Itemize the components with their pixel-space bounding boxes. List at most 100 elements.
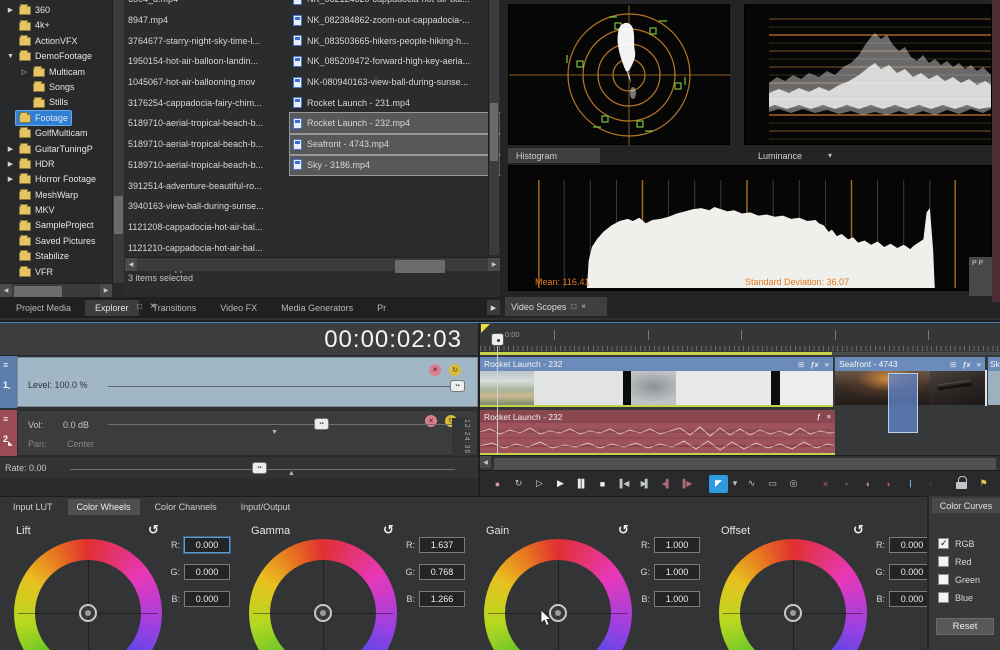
expand-arrow-icon[interactable]: ▶: [5, 3, 16, 18]
dock-tab[interactable]: Project Media: [6, 300, 81, 316]
tree-item[interactable]: GolfMulticam: [0, 126, 125, 141]
dock-tab[interactable]: Video FX: [210, 300, 267, 316]
expand-arrow-icon[interactable]: ▷: [19, 65, 30, 80]
red-value-field[interactable]: 1.637: [419, 537, 465, 553]
file-item[interactable]: NK_083503665-hikers-people-hiking-h...: [290, 30, 500, 51]
channel-checkbox[interactable]: RGB: [938, 538, 980, 549]
play-from-start-button[interactable]: ▷: [530, 475, 549, 493]
file-item[interactable]: NK_082384862-zoom-out-cappadocia-...: [290, 10, 500, 31]
play-button[interactable]: ▶: [551, 475, 570, 493]
normal-edit-tool-button[interactable]: ◤: [709, 475, 728, 493]
record-arm-button[interactable]: ●: [488, 475, 507, 493]
window-icon[interactable]: □: [571, 302, 576, 311]
tree-item[interactable]: MeshWarp: [0, 188, 125, 203]
green-value-field[interactable]: 0.768: [419, 564, 465, 580]
event-selection-overlay[interactable]: [888, 373, 918, 433]
file-item[interactable]: 3764677-starry-night-sky-time-l...: [128, 30, 288, 51]
color-tab[interactable]: Color Wheels: [68, 499, 140, 515]
expand-arrow-icon[interactable]: ▶: [5, 157, 16, 172]
level-slider-handle[interactable]: ▪▪: [450, 380, 465, 392]
video-clip-thumbnails[interactable]: [480, 371, 833, 405]
tree-item[interactable]: Stills: [0, 95, 125, 110]
rate-slider-handle[interactable]: ▪▪: [252, 462, 267, 474]
color-tab[interactable]: Input LUT: [4, 499, 62, 515]
file-item[interactable]: 1045067-hot-air-ballooning.mov: [128, 72, 288, 93]
file-item[interactable]: 1950154-hot-air-balloon-landin...: [128, 51, 288, 72]
color-wheel[interactable]: [249, 539, 397, 650]
ripple-right-button[interactable]: ◗: [879, 475, 898, 493]
wheel-reset-button[interactable]: ↺: [618, 522, 629, 538]
close-icon[interactable]: ×: [150, 301, 156, 312]
dock-tab[interactable]: Pr: [367, 300, 396, 316]
go-to-end-button[interactable]: ▶▌: [635, 475, 654, 493]
dock-tab[interactable]: Media Generators: [271, 300, 363, 316]
color-tab[interactable]: Color Channels: [146, 499, 226, 515]
file-item[interactable]: 5189710-aerial-tropical-beach-b...: [128, 113, 288, 134]
tree-item[interactable]: ActionVFX: [0, 34, 125, 49]
expand-arrow-icon[interactable]: ▼: [5, 49, 16, 64]
timeline-horizontal-scrollbar[interactable]: ◀: [480, 455, 1000, 468]
tree-item[interactable]: ▷ Multicam: [0, 65, 125, 80]
previous-frame-button[interactable]: ◀▌: [656, 475, 675, 493]
edit-tool-dropdown[interactable]: ▾: [730, 475, 740, 493]
video-clip-seafront[interactable]: Seafront - 4743 ⊞ ƒx ≡: [835, 357, 985, 371]
green-value-field[interactable]: 1.000: [654, 564, 700, 580]
waveform-selector[interactable]: Luminance: [750, 148, 836, 163]
channel-checkbox[interactable]: Green: [938, 574, 980, 585]
red-value-field[interactable]: 1.000: [654, 537, 700, 553]
loop-region-bar[interactable]: [480, 352, 832, 355]
channel-checkbox[interactable]: Red: [938, 556, 980, 567]
mute-button[interactable]: ✕: [425, 415, 437, 427]
tree-item[interactable]: 4k+: [0, 18, 125, 33]
go-to-start-button[interactable]: ▌◀: [614, 475, 633, 493]
file-item[interactable]: Rocket Launch - 232.mp4: [290, 113, 500, 134]
solo-button[interactable]: ↻: [449, 364, 461, 376]
track-tab[interactable]: ≡ 2 ◣: [0, 410, 17, 456]
expand-arrow-icon[interactable]: ▶: [5, 142, 16, 157]
color-wheel[interactable]: [484, 539, 632, 650]
file-item[interactable]: Rocket Launch - 231.mp4: [290, 92, 500, 113]
pan-crop-icon[interactable]: ⊞: [950, 360, 956, 369]
marker-flag-icon[interactable]: [481, 324, 490, 333]
tree-item[interactable]: Songs: [0, 80, 125, 95]
tree-item[interactable]: Stabilize: [0, 249, 125, 264]
tree-horizontal-scrollbar[interactable]: ◀ ▶: [0, 283, 112, 297]
tree-item[interactable]: SampleProject: [0, 218, 125, 233]
lock-button[interactable]: [953, 475, 972, 493]
delete-button[interactable]: ×: [816, 475, 835, 493]
tree-item[interactable]: ▶ Horror Footage: [0, 172, 125, 187]
tree-item[interactable]: Footage: [0, 111, 125, 126]
pause-button[interactable]: ▌▌: [572, 475, 591, 493]
video-clip-sky[interactable]: Sky -: [988, 357, 1000, 371]
selection-tool-button[interactable]: ▭: [763, 475, 782, 493]
channel-checkbox[interactable]: Blue: [938, 592, 980, 603]
window-icon[interactable]: □: [137, 302, 142, 311]
track-tab[interactable]: ≡ 1 ▪: [0, 356, 17, 408]
green-value-field[interactable]: 0.000: [184, 564, 230, 580]
video-clip-rocket-launch[interactable]: Rocket Launch - 232 ⊞ ƒx ≡: [480, 357, 833, 371]
ripple-left-button[interactable]: ◖: [858, 475, 877, 493]
stop-button[interactable]: ■: [593, 475, 612, 493]
tree-item[interactable]: ▶ HDR: [0, 157, 125, 172]
blue-value-field[interactable]: 1.266: [419, 591, 465, 607]
reset-button[interactable]: Reset: [936, 618, 994, 635]
scroll-left-icon[interactable]: ◀: [0, 284, 12, 297]
wheel-reset-button[interactable]: ↺: [148, 522, 159, 538]
close-icon[interactable]: ×: [581, 302, 586, 311]
audio-clip-rocket-launch[interactable]: Rocket Launch - 232 ƒ ≡: [480, 410, 835, 455]
file-horizontal-scrollbar[interactable]: ◀ ▶: [125, 257, 500, 271]
marker-flag-button[interactable]: ⚑: [974, 475, 993, 493]
video-clip-thumbnails[interactable]: [988, 371, 1000, 405]
blue-value-field[interactable]: 1.000: [654, 591, 700, 607]
file-item[interactable]: NK_082124620-cappadocia-hot-air-bal...: [290, 0, 500, 10]
video-track-header[interactable]: ≡ 1 ▪ ✕ ↻ Level: 100.0 % ▪▪: [0, 356, 478, 408]
mute-button[interactable]: ✕: [429, 364, 441, 376]
file-item[interactable]: Seafront - 4743.mp4: [290, 134, 500, 155]
clip-menu-icon[interactable]: ≡: [825, 360, 829, 369]
audio-track-header[interactable]: ≡ 2 ◣ ✕ ↻ Vol: 0.0 dB ▪▪ ▼ Pan: Center: [0, 410, 478, 456]
file-item[interactable]: NK_085209472-forward-high-key-aeria...: [290, 51, 500, 72]
expand-arrow-icon[interactable]: ▶: [5, 172, 16, 187]
envelope-tool-button[interactable]: ∿: [742, 475, 761, 493]
scroll-left-icon[interactable]: ◀: [125, 258, 137, 271]
next-frame-button[interactable]: ▌▶: [677, 475, 696, 493]
